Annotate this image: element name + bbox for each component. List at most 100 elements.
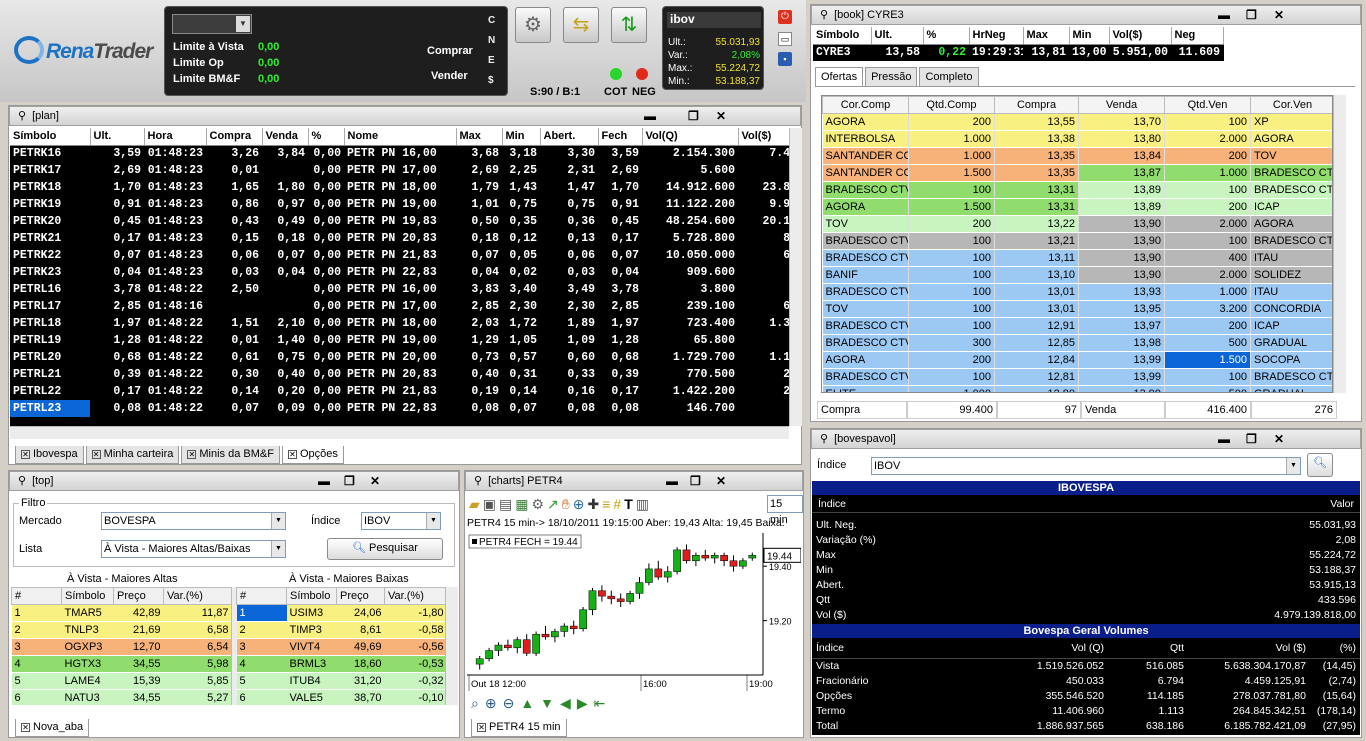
- restore-icon[interactable]: ❐: [1246, 430, 1257, 448]
- table-row[interactable]: PETRL23 0,08 01:48:22 0,07 0,09 0,00 PETR PN 2…: [10, 400, 789, 417]
- print-icon[interactable]: ▤: [499, 493, 512, 515]
- column-header[interactable]: Compra: [994, 96, 1079, 114]
- close-icon[interactable]: ✕: [716, 472, 726, 490]
- list-item[interactable]: 4 BRML3 18,60 -0,53: [236, 655, 446, 673]
- column-header[interactable]: Cor.Comp: [822, 96, 909, 114]
- arrow-down-icon[interactable]: ▼: [540, 693, 554, 713]
- order-row[interactable]: BRADESCO CTVM10013,3113,89100BRADESCO CT…: [822, 181, 1332, 199]
- list-item[interactable]: 3 OGXP3 12,70 6,54: [11, 638, 231, 656]
- list-item[interactable]: 6 VALE5 38,70 -0,10: [236, 689, 446, 705]
- plan-vscroll[interactable]: [789, 128, 802, 426]
- search-button[interactable]: 🔍︎ Pesquisar: [327, 538, 443, 560]
- close-icon[interactable]: ✕: [21, 449, 30, 459]
- arrow-end-icon[interactable]: ⇤: [594, 693, 606, 713]
- table-row[interactable]: PETRK18 1,70 01:48:23 1,65 1,80 0,00 PETR PN 1…: [10, 179, 789, 196]
- transfer-button[interactable]: ⇆: [563, 7, 599, 43]
- sell-button[interactable]: Vender: [431, 70, 468, 82]
- period-select[interactable]: 15 min: [767, 495, 803, 526]
- price-chart[interactable]: 19.40 19.20 19.44 PETR4 FECH = 19.44 Out 18 …: [467, 533, 801, 693]
- power-icon[interactable]: ⏻: [778, 10, 792, 24]
- table-row[interactable]: PETRK16 3,59 01:48:23 3,26 3,84 0,00 PETR PN 1…: [10, 145, 789, 162]
- cne-dollar[interactable]: $: [488, 75, 494, 86]
- column-header[interactable]: HrNeg: [969, 27, 1024, 45]
- order-row[interactable]: TOV 200 13,22 13,90 2.000 AGORA: [822, 215, 1332, 233]
- updown-button[interactable]: ⇅: [611, 7, 647, 43]
- order-row[interactable]: AGORA 200 13,55 13,70 100 XP: [822, 113, 1332, 131]
- order-row[interactable]: INTERBOLSA 1.000 13,38 13,80 2.000 AGORA: [822, 130, 1332, 148]
- column-header[interactable]: #: [11, 587, 62, 605]
- image-icon[interactable]: ▦: [515, 493, 528, 515]
- zoom-tool-icon[interactable]: ⊕: [573, 493, 585, 515]
- column-header[interactable]: Min: [502, 128, 541, 146]
- arrow-up-icon[interactable]: ▲: [520, 693, 534, 713]
- table-row[interactable]: PETRK20 0,45 01:48:23 0,43 0,49 0,00 PETR PN 1…: [10, 213, 789, 230]
- order-row[interactable]: BRADESCO CTVM10012,9113,97200ICAP: [822, 317, 1332, 335]
- column-header[interactable]: Vol(Q): [642, 128, 739, 146]
- text-tool-icon[interactable]: T: [624, 493, 633, 515]
- plan-hscroll[interactable]: [10, 426, 789, 439]
- order-row[interactable]: BRADESCO CTVM10012,8113,99100BRADESCO CT…: [822, 368, 1332, 386]
- column-header[interactable]: Hora: [144, 128, 207, 146]
- arrow-left-icon[interactable]: ◀: [560, 693, 571, 713]
- save-icon[interactable]: ▪: [778, 52, 792, 66]
- order-row[interactable]: AGORA 200 12,84 13,99 1.500 SOCOPA: [822, 351, 1332, 369]
- column-header[interactable]: Símbolo: [10, 128, 91, 146]
- close-icon[interactable]: ✕: [370, 472, 380, 490]
- table-row[interactable]: PETRL20 0,68 01:48:22 0,61 0,75 0,00 PETR PN 2…: [10, 349, 789, 366]
- column-header[interactable]: Cor.Ven: [1250, 96, 1332, 114]
- account-select[interactable]: ▼: [172, 14, 252, 34]
- buy-button[interactable]: Comprar: [427, 45, 473, 57]
- pin-icon[interactable]: ⚲: [474, 475, 482, 487]
- order-row[interactable]: BANIF 100 13,10 13,90 2.000 SOLIDEZ: [822, 266, 1332, 284]
- table-row[interactable]: PETRL18 1,97 01:48:22 1,51 2,10 0,00 PETR PN 1…: [10, 315, 789, 332]
- book-tab[interactable]: Ofertas: [815, 67, 864, 86]
- list-item[interactable]: 1 USIM3 24,06 -1,80: [236, 604, 446, 622]
- column-header[interactable]: Min: [1069, 27, 1110, 45]
- list-select[interactable]: À Vista - Maiores Altas/Baixas ▼: [101, 540, 286, 558]
- cne-c[interactable]: C: [488, 15, 495, 26]
- pin-icon[interactable]: ⚲: [18, 110, 26, 122]
- order-row[interactable]: BRADESCO CTVM30012,8513,98500GRADUAL: [822, 334, 1332, 352]
- close-icon[interactable]: ✕: [91, 449, 101, 459]
- save-icon[interactable]: ▣: [483, 493, 496, 515]
- market-select[interactable]: BOVESPA ▼: [101, 512, 286, 530]
- column-header[interactable]: Abert.: [540, 128, 599, 146]
- restore-icon[interactable]: ❐: [690, 472, 701, 490]
- hand-icon[interactable]: ✋︎: [562, 493, 570, 515]
- settings-button[interactable]: ⚙: [515, 7, 551, 43]
- column-header[interactable]: Símbolo: [813, 27, 872, 45]
- folder-icon[interactable]: ▰: [469, 493, 480, 515]
- column-header[interactable]: Var.(%): [163, 587, 231, 605]
- list-item[interactable]: 6 NATU3 34,55 5,27: [11, 689, 231, 705]
- pin-icon[interactable]: ⚲: [820, 9, 828, 21]
- column-header[interactable]: Vol($): [738, 128, 789, 146]
- column-header[interactable]: Qtd.Ven: [1164, 96, 1251, 114]
- order-row[interactable]: BRADESCO CTVM10013,1113,90400ITAU: [822, 249, 1332, 267]
- table-row[interactable]: PETRK23 0,04 01:48:23 0,03 0,04 0,00 PETR PN 2…: [10, 264, 789, 281]
- order-row[interactable]: ELITE1.00012,8013,99500GRADUAL: [822, 385, 1332, 392]
- cne-e[interactable]: E: [488, 55, 495, 66]
- close-icon[interactable]: ✕: [1274, 6, 1284, 24]
- order-row[interactable]: BRADESCO CTVM10013,2113,90100BRADESCO CT…: [822, 232, 1332, 250]
- fibonacci-icon[interactable]: ≡: [602, 493, 610, 515]
- pin-icon[interactable]: ⚲: [18, 475, 26, 487]
- table-row[interactable]: PETRL16 3,78 01:48:22 2,50 0,00 PETR PN 16,00…: [10, 281, 789, 298]
- minimize-icon[interactable]: ▬: [666, 472, 678, 490]
- crosshair-icon[interactable]: ✚: [588, 493, 600, 515]
- list-item[interactable]: 1 TMAR5 42,89 11,87: [11, 604, 231, 622]
- column-header[interactable]: Nome: [344, 128, 457, 146]
- plan-tab[interactable]: ✕ Minis da BM&F: [181, 446, 280, 464]
- table-row[interactable]: PETRK21 0,17 01:48:23 0,15 0,18 0,00 PETR PN 2…: [10, 230, 789, 247]
- arrow-right-icon[interactable]: ▶: [577, 693, 588, 713]
- table-row[interactable]: PETRK22 0,07 01:48:23 0,06 0,07 0,00 PETR PN 2…: [10, 247, 789, 264]
- column-header[interactable]: %: [308, 128, 345, 146]
- book-tab[interactable]: Pressão: [865, 67, 918, 86]
- zoom-reset-icon[interactable]: ⌕: [471, 693, 479, 713]
- bvol-index-select[interactable]: IBOV ▼: [871, 457, 1301, 475]
- zoom-out-icon[interactable]: ⊖: [503, 693, 515, 713]
- column-header[interactable]: Preço: [113, 587, 164, 605]
- list-item[interactable]: 5 LAME4 15,39 5,85: [11, 672, 231, 690]
- order-row[interactable]: SANTANDER CCT1.50013,3513,871.000BRADESC…: [822, 164, 1332, 182]
- column-header[interactable]: Neg: [1171, 27, 1224, 45]
- tab-nova-aba[interactable]: ✕ Nova_aba: [15, 719, 90, 737]
